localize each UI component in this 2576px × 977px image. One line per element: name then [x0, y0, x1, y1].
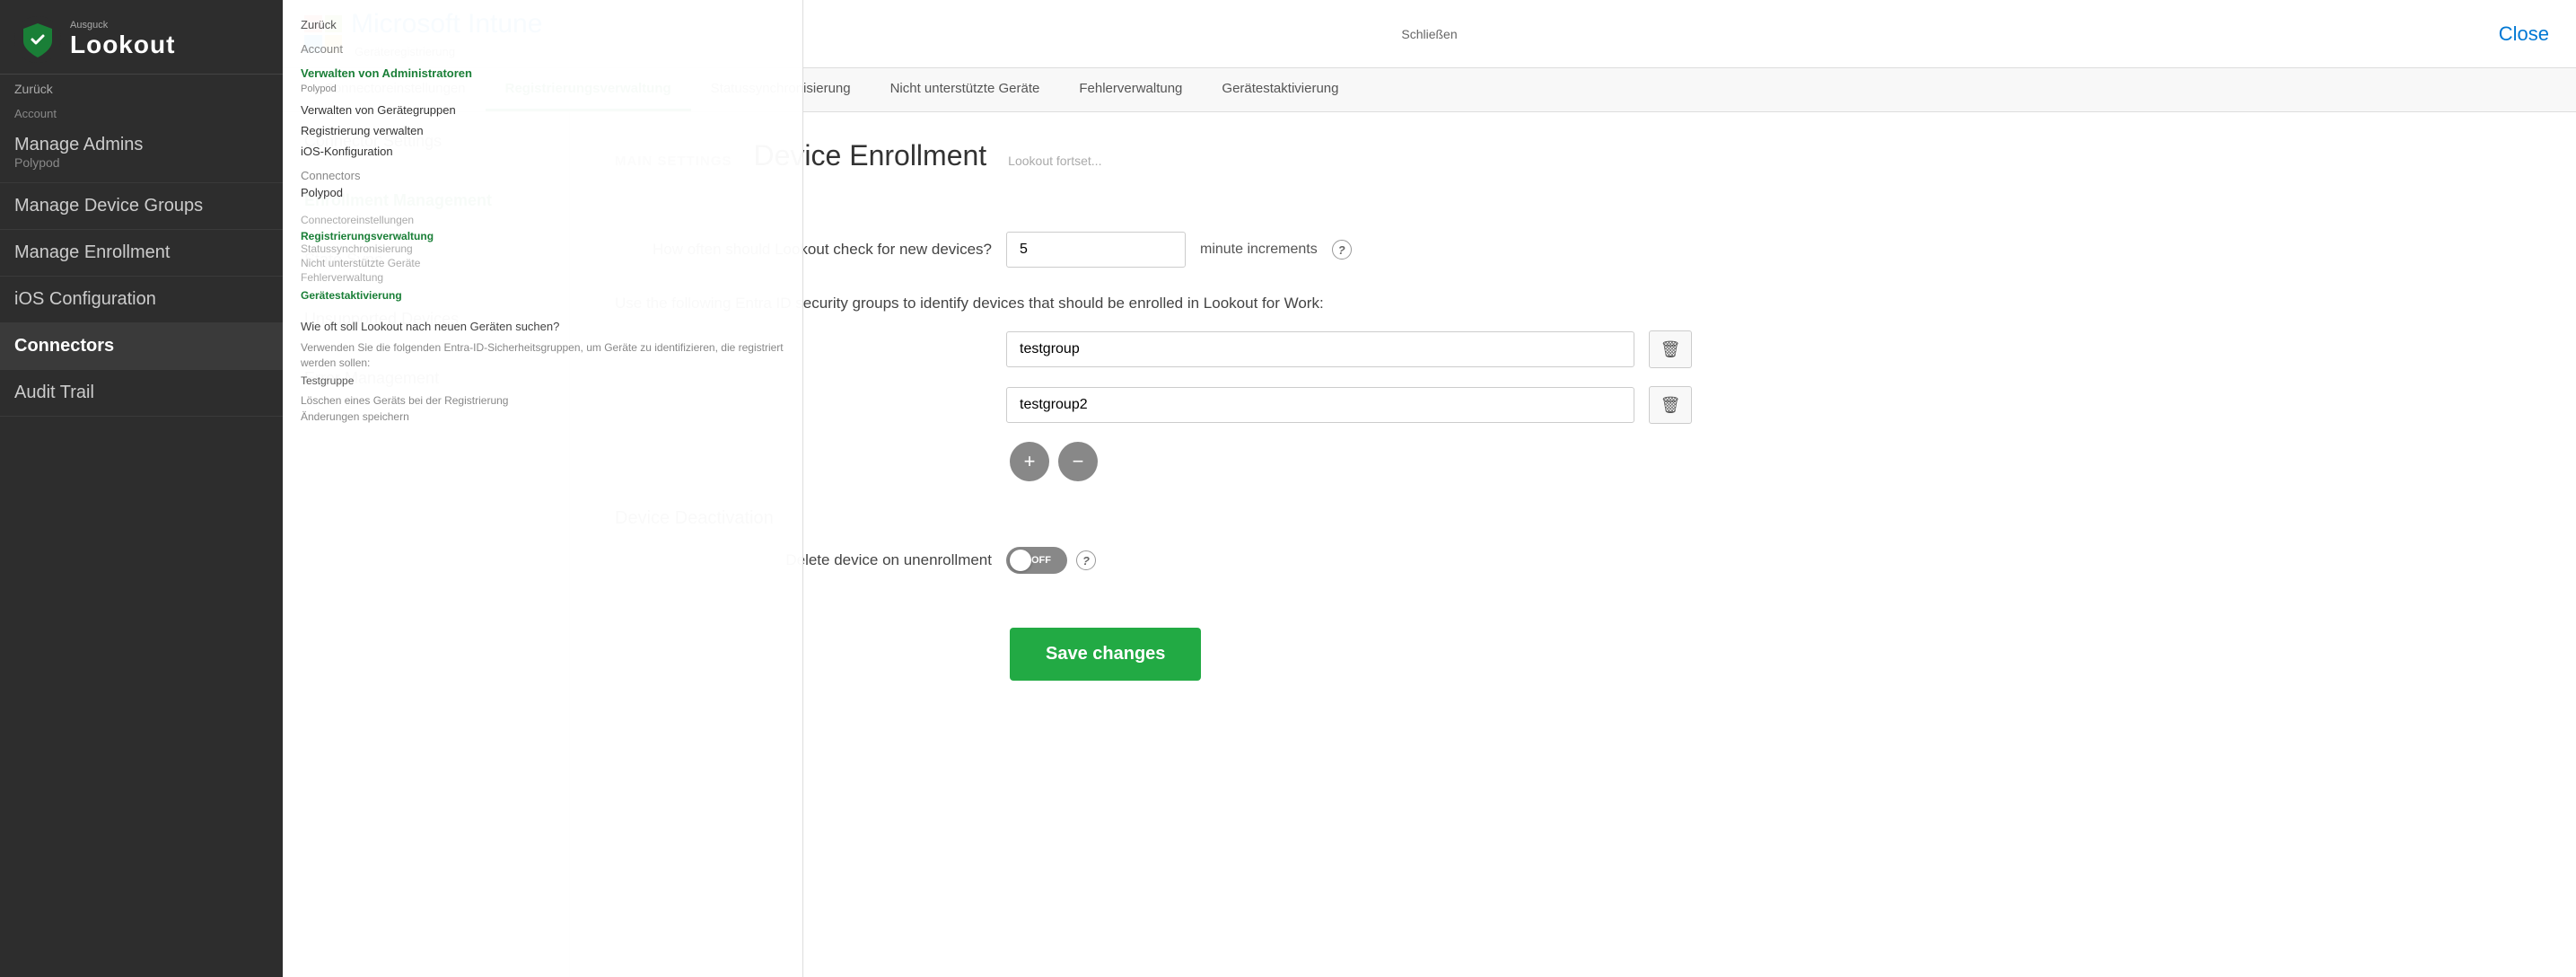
sidebar-item-connectors[interactable]: Connectors	[0, 323, 283, 370]
popup-item-manage-enrollment[interactable]: Registrierung verwalten	[301, 120, 784, 141]
add-remove-row: + −	[1010, 442, 2531, 481]
minute-increments-label: minute increments	[1200, 242, 1318, 258]
popup-registrierung[interactable]: Registrierungsverwaltung	[301, 230, 784, 242]
popup-sub-nav: Connectoreinstellungen Registrierungsver…	[301, 214, 784, 302]
group2-delete-button[interactable]: 🗑	[1649, 386, 1692, 424]
remove-icon: −	[1073, 450, 1084, 473]
popup-item-polypod[interactable]: Polypod	[301, 182, 784, 203]
interval-input[interactable]	[1006, 232, 1186, 268]
lookout-logo-icon	[14, 16, 61, 63]
popup-aenderungen: Änderungen speichern	[301, 410, 784, 423]
lookout-fortsett-label: Lookout fortset...	[1008, 154, 1101, 168]
sidebar-item-audit-trail[interactable]: Audit Trail	[0, 370, 283, 417]
group1-row: 🗑	[615, 330, 2531, 368]
sidebar: Ausguck Lookout Zurück Account Manage Ad…	[0, 0, 283, 977]
sidebar-item-ios-config[interactable]: iOS Configuration	[0, 277, 283, 323]
toggle-help-icon[interactable]: ?	[1076, 550, 1096, 570]
sidebar-item-manage-device-groups[interactable]: Manage Device Groups	[0, 183, 283, 230]
account-section-label: Account	[0, 103, 283, 122]
popup-testgruppe: Testgruppe	[301, 374, 784, 387]
check-interval-row: How often should Lookout check for new d…	[615, 232, 2531, 268]
group1-delete-button[interactable]: 🗑	[1649, 330, 1692, 368]
save-changes-button[interactable]: Save changes	[1010, 628, 1201, 681]
app-name-label: Ausguck	[70, 20, 175, 31]
popup-back-label[interactable]: Zurück	[301, 18, 337, 31]
group2-row: 🗑	[615, 386, 2531, 424]
manage-admins-label: Manage Admins	[14, 135, 268, 155]
sub-nav-unsupported-devices[interactable]: Nicht unterstützte Geräte	[871, 68, 1060, 111]
toggle-off-label: OFF	[1031, 555, 1051, 566]
popup-status-sync: Statussynchronisierung	[301, 242, 784, 255]
connectors-label: Connectors	[14, 336, 114, 356]
popup-item-manage-admins[interactable]: Verwalten von Administratoren	[301, 63, 784, 84]
popup-loeschen: Löschen eines Geräts bei der Registrieru…	[301, 394, 784, 407]
ios-config-label: iOS Configuration	[14, 289, 156, 309]
unsupported-devices-tab-label: Nicht unterstützte Geräte	[890, 81, 1040, 96]
popup-nicht-unterstuetzt: Nicht unterstützte Geräte	[301, 257, 784, 269]
group1-input[interactable]	[1006, 331, 1634, 367]
delete-icon-1: 🗑	[1660, 340, 1681, 359]
remove-group-button[interactable]: −	[1058, 442, 1098, 481]
popup-wie-oft: Wie oft soll Lookout nach neuen Geräten …	[301, 320, 784, 333]
sidebar-item-manage-admins[interactable]: Manage Admins Polypod	[0, 122, 283, 183]
header-close-button[interactable]: Close	[2499, 22, 2549, 46]
logo-text: Lookout	[70, 31, 175, 59]
sub-nav-device-deactivation[interactable]: Gerätestaktivierung	[1202, 68, 1358, 111]
main-content: Microsoft Intune Geräteregistrierung Sch…	[283, 0, 2576, 977]
popup-header: Zurück	[301, 18, 784, 31]
popup-connector-einst: Connectoreinstellungen	[301, 214, 784, 226]
popup-gerateaktiv[interactable]: Gerätestaktivierung	[301, 289, 784, 302]
popup-item-ios-config[interactable]: iOS-Konfiguration	[301, 141, 784, 162]
sidebar-item-manage-enrollment[interactable]: Manage Enrollment	[0, 230, 283, 277]
popup-polypod-label: Polypod	[301, 84, 784, 94]
delete-icon-2: 🗑	[1660, 396, 1681, 415]
popup-item-manage-device-groups[interactable]: Verwalten von Gerätegruppen	[301, 100, 784, 120]
delete-device-row: Delete device on unenrollment OFF ?	[615, 547, 2531, 574]
group2-input[interactable]	[1006, 387, 1634, 423]
schliessen-label: Schließen	[1401, 27, 1457, 41]
sub-nav-error-management[interactable]: Fehlerverwaltung	[1059, 68, 1202, 111]
error-management-tab-label: Fehlerverwaltung	[1079, 81, 1182, 96]
add-icon: +	[1024, 450, 1036, 473]
device-deactivation-subtitle: Device Deactivation	[615, 508, 2531, 529]
manage-enrollment-label: Manage Enrollment	[14, 242, 170, 262]
toggle-thumb	[1010, 550, 1031, 571]
delete-device-toggle[interactable]: OFF	[1006, 547, 1067, 574]
add-group-button[interactable]: +	[1010, 442, 1049, 481]
device-deactivation-tab-label: Gerätestaktivierung	[1222, 81, 1338, 96]
sidebar-back-link[interactable]: Zurück	[0, 75, 283, 103]
audit-trail-label: Audit Trail	[14, 383, 94, 402]
popup-connectors-label: Connectors	[301, 169, 784, 182]
toggle-container: OFF ?	[1006, 547, 1096, 574]
device-deactivation-section: Device Deactivation Delete device on une…	[615, 508, 2531, 574]
manage-admins-sub: Polypod	[14, 155, 268, 170]
sidebar-logo: Ausguck Lookout	[0, 0, 283, 75]
popup-account-label: Account	[301, 42, 784, 56]
manage-device-groups-label: Manage Device Groups	[14, 196, 203, 216]
popup-panel: Zurück Account Verwalten von Administrat…	[283, 0, 803, 977]
popup-fehler: Fehlerverwaltung	[301, 271, 784, 284]
popup-verwenden: Verwenden Sie die folgenden Entra-ID-Sic…	[301, 340, 784, 371]
interval-help-icon[interactable]: ?	[1332, 240, 1352, 260]
right-panel: MAIN SETTINGS Device Enrollment Lookout …	[570, 112, 2576, 977]
entra-label-row: Use the following Entra ID security grou…	[615, 286, 2531, 312]
